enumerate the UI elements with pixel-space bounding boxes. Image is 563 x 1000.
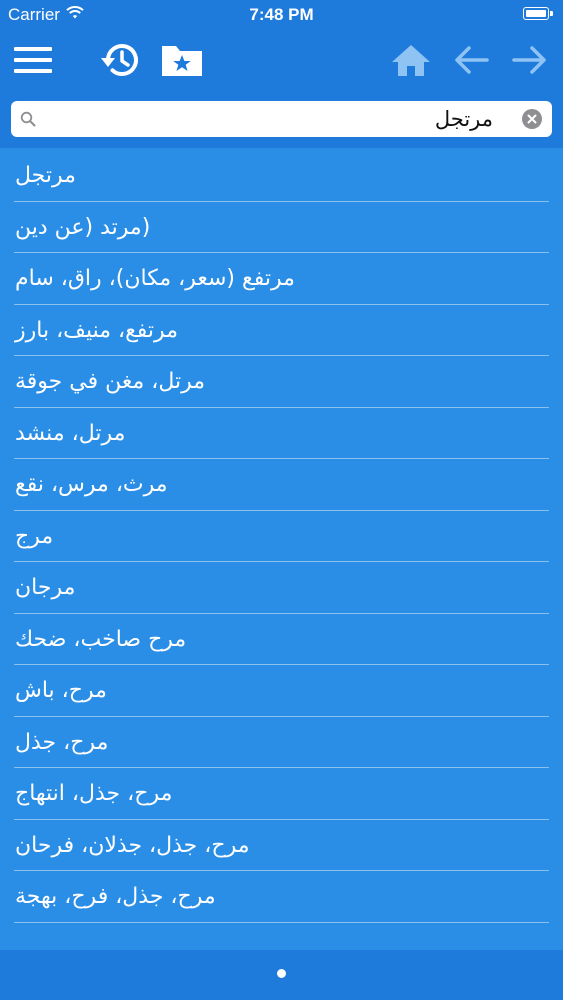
home-icon[interactable] bbox=[389, 38, 433, 82]
search-box[interactable] bbox=[11, 101, 552, 137]
result-label: (مرتد (عن دين bbox=[15, 214, 151, 240]
result-row[interactable]: مرح، جذل، جذلان، فرحان bbox=[0, 820, 563, 872]
result-row[interactable]: مرح، جذل، فرح، بهجة bbox=[0, 871, 563, 923]
result-row[interactable]: مرح، جذل bbox=[0, 717, 563, 769]
result-label: مرتفع (سعر، مكان)، راق، سام bbox=[15, 266, 295, 292]
result-label: مرح صاخب، ضحك bbox=[15, 626, 187, 652]
result-row[interactable]: مرتجل bbox=[0, 150, 563, 202]
clear-search-icon[interactable] bbox=[522, 109, 542, 129]
search-icon bbox=[20, 111, 36, 131]
search-input[interactable] bbox=[43, 101, 493, 137]
search-bar bbox=[0, 92, 563, 148]
bottom-bar bbox=[0, 950, 563, 1000]
result-label: مرح، باش bbox=[15, 678, 107, 704]
result-label: مرح، جذل، جذلان، فرحان bbox=[15, 832, 250, 858]
result-row[interactable]: مرج bbox=[0, 511, 563, 563]
history-icon[interactable] bbox=[99, 38, 143, 82]
result-row[interactable]: مرجان bbox=[0, 562, 563, 614]
result-label: مرج bbox=[15, 523, 54, 549]
results-list: مرتجل (مرتد (عن دين مرتفع (سعر، مكان)، راق… bbox=[0, 150, 563, 950]
result-label: مرتجل bbox=[15, 163, 76, 189]
battery-tip bbox=[550, 11, 553, 16]
page-indicator-dot bbox=[277, 969, 286, 978]
result-row[interactable]: مرتفع، منيف، بارز bbox=[0, 305, 563, 357]
result-row[interactable]: مرتل، منشد bbox=[0, 408, 563, 460]
result-label: مرجان bbox=[15, 575, 76, 601]
result-row[interactable]: مرتفع (سعر، مكان)، راق، سام bbox=[0, 253, 563, 305]
toolbar bbox=[0, 30, 563, 92]
menu-icon[interactable] bbox=[11, 38, 55, 82]
bookmark-folder-icon[interactable] bbox=[160, 38, 204, 82]
result-row[interactable]: مرث، مرس، نقع bbox=[0, 459, 563, 511]
status-bar: Carrier 7:48 PM bbox=[0, 0, 563, 30]
result-row[interactable]: مرح صاخب، ضحك bbox=[0, 614, 563, 666]
result-label: مرتل، منشد bbox=[15, 420, 126, 446]
result-row[interactable]: (مرتد (عن دين bbox=[0, 202, 563, 254]
result-label: مرح، جذل bbox=[15, 729, 109, 755]
forward-arrow-icon[interactable] bbox=[508, 38, 552, 82]
result-label: مرتفع، منيف، بارز bbox=[15, 317, 178, 343]
back-arrow-icon[interactable] bbox=[449, 38, 493, 82]
result-label: مرتل، مغن في جوقة bbox=[15, 369, 206, 395]
battery-icon bbox=[523, 7, 549, 20]
result-row[interactable]: مرح، باش bbox=[0, 665, 563, 717]
result-row[interactable]: مرح، جذل، انتهاج bbox=[0, 768, 563, 820]
result-label: مرث، مرس، نقع bbox=[15, 472, 168, 498]
result-label: مرح، جذل، فرح، بهجة bbox=[15, 884, 216, 910]
clock: 7:48 PM bbox=[249, 5, 314, 24]
result-label: مرح، جذل، انتهاج bbox=[15, 781, 173, 807]
result-row[interactable]: مرتل، مغن في جوقة bbox=[0, 356, 563, 408]
